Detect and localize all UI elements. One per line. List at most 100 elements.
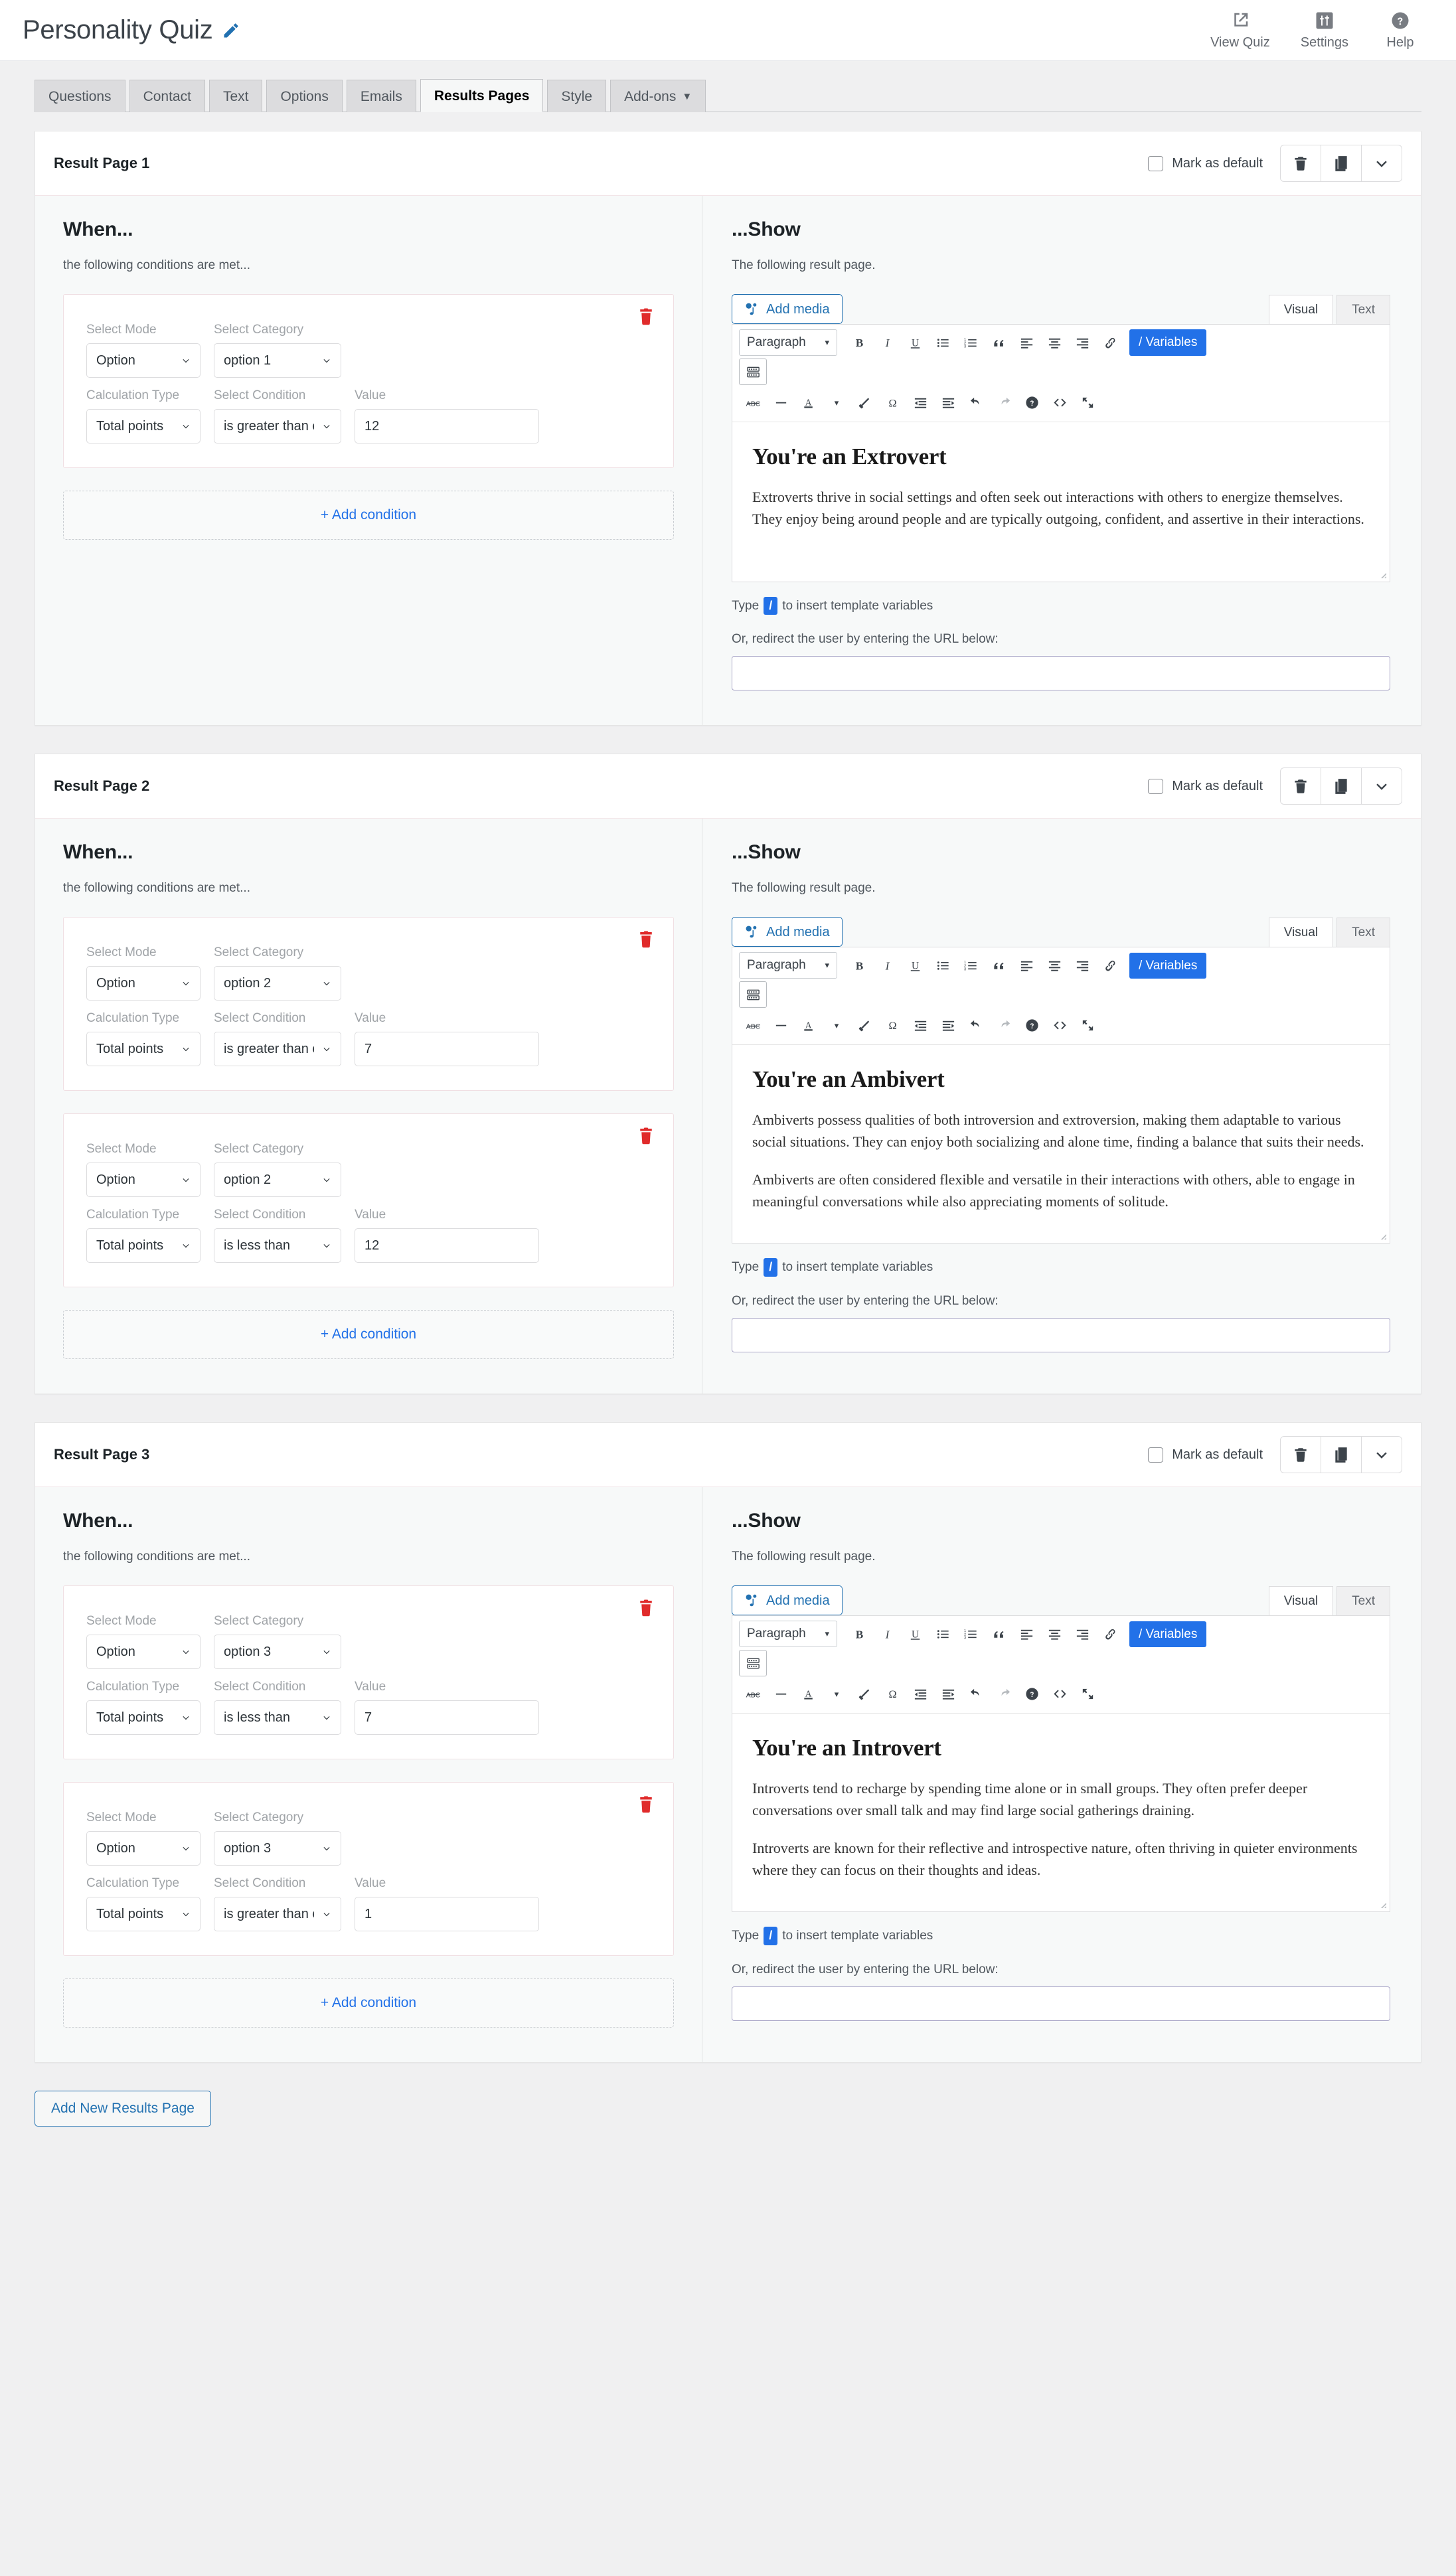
editor-align-right-button[interactable] — [1068, 329, 1096, 356]
paragraph-format-select[interactable]: Paragraph ▾ — [739, 1621, 837, 1648]
editor-horizontal-rule-button[interactable] — [767, 1012, 795, 1038]
duplicate-result-page-button[interactable] — [1321, 1436, 1362, 1474]
insert-variables-button[interactable]: / Variables — [1129, 329, 1207, 357]
editor-blockquote-button[interactable] — [985, 1621, 1012, 1647]
editor-text-color-button[interactable]: A — [795, 1012, 823, 1038]
editor-align-left-button[interactable] — [1012, 329, 1040, 356]
editor-undo-button[interactable] — [962, 1680, 990, 1707]
editor-special-character-button[interactable]: Ω — [878, 1680, 906, 1707]
collapse-result-page-button[interactable] — [1361, 145, 1402, 183]
select-condition-select[interactable]: is greater than or eq — [214, 1897, 341, 1932]
editor-redo-button[interactable] — [990, 389, 1018, 416]
delete-result-page-button[interactable] — [1280, 145, 1321, 183]
editor-fullscreen-button[interactable] — [1074, 1680, 1101, 1707]
select-condition-select[interactable]: is greater than or eq — [214, 1032, 341, 1067]
editor-redo-button[interactable] — [990, 1680, 1018, 1707]
mark-as-default-checkbox[interactable] — [1148, 778, 1164, 794]
calculation-type-select[interactable]: Total points — [86, 1700, 201, 1735]
delete-result-page-button[interactable] — [1280, 767, 1321, 805]
select-condition-select[interactable]: is greater than or eq — [214, 409, 341, 444]
editor-bold-button[interactable]: B — [845, 1621, 873, 1647]
tab-text[interactable]: Text — [1336, 1586, 1390, 1616]
tab-results-pages[interactable]: Results Pages — [420, 79, 544, 113]
editor-numbered-list-button[interactable]: 123 — [957, 1621, 985, 1647]
tab-options[interactable]: Options — [266, 80, 343, 113]
insert-variables-button[interactable]: / Variables — [1129, 1621, 1207, 1648]
editor-bulleted-list-button[interactable] — [929, 952, 957, 979]
tab-emails[interactable]: Emails — [346, 80, 416, 113]
editor-bulleted-list-button[interactable] — [929, 329, 957, 356]
tab-style[interactable]: Style — [547, 80, 607, 113]
insert-variables-button[interactable]: / Variables — [1129, 952, 1207, 979]
paragraph-format-select[interactable]: Paragraph ▾ — [739, 329, 837, 357]
editor-strikethrough-button[interactable]: ABC — [739, 1680, 767, 1707]
editor-align-center-button[interactable] — [1040, 1621, 1068, 1647]
editor-text-color-button[interactable]: A — [795, 389, 823, 416]
mark-as-default-toggle[interactable]: Mark as default — [1148, 1447, 1263, 1463]
editor-italic-button[interactable]: I — [873, 1621, 901, 1647]
duplicate-result-page-button[interactable] — [1321, 767, 1362, 805]
select-category-select[interactable]: option 3 — [214, 1635, 341, 1670]
editor-horizontal-rule-button[interactable] — [767, 389, 795, 416]
editor-content-area[interactable]: You're an Ambivert Ambiverts possess qual… — [732, 1045, 1390, 1244]
pencil-icon[interactable] — [222, 21, 240, 40]
delete-result-page-button[interactable] — [1280, 1436, 1321, 1474]
tab-add-ons[interactable]: Add-ons ▼ — [610, 80, 706, 113]
editor-special-character-button[interactable]: Ω — [878, 1012, 906, 1038]
redirect-url-input[interactable] — [732, 1317, 1390, 1352]
editor-keyboard-help-button[interactable] — [1018, 1680, 1046, 1707]
editor-keyboard-help-button[interactable] — [1018, 1012, 1046, 1038]
calculation-type-select[interactable]: Total points — [86, 1897, 201, 1932]
mark-as-default-toggle[interactable]: Mark as default — [1148, 778, 1263, 794]
editor-text-color-dropdown-button[interactable]: ▾ — [823, 1012, 850, 1038]
tab-visual[interactable]: Visual — [1268, 1586, 1334, 1616]
editor-indent-button[interactable] — [934, 389, 962, 416]
mark-as-default-checkbox[interactable] — [1148, 1447, 1164, 1463]
editor-align-center-button[interactable] — [1040, 329, 1068, 356]
add-media-button[interactable]: Add media — [732, 917, 843, 947]
tab-text[interactable]: Text — [1336, 918, 1390, 947]
mark-as-default-checkbox[interactable] — [1148, 155, 1164, 171]
editor-blockquote-button[interactable] — [985, 329, 1012, 356]
duplicate-result-page-button[interactable] — [1321, 145, 1362, 183]
add-media-button[interactable]: Add media — [732, 1585, 843, 1616]
editor-toolbar-toggle-button[interactable] — [739, 359, 767, 386]
nav-settings[interactable]: Settings — [1301, 11, 1348, 50]
editor-strikethrough-button[interactable]: ABC — [739, 1012, 767, 1038]
editor-indent-button[interactable] — [934, 1012, 962, 1038]
add-condition-button[interactable]: + Add condition — [63, 1310, 674, 1360]
tab-visual[interactable]: Visual — [1268, 295, 1334, 325]
select-mode-select[interactable]: Option — [86, 966, 201, 1001]
editor-italic-button[interactable]: I — [873, 952, 901, 979]
editor-strikethrough-button[interactable]: ABC — [739, 389, 767, 416]
editor-clear-formatting-button[interactable] — [850, 1012, 878, 1038]
add-new-results-page-button[interactable]: Add New Results Page — [35, 2091, 211, 2127]
editor-outdent-button[interactable] — [906, 389, 934, 416]
editor-align-center-button[interactable] — [1040, 952, 1068, 979]
editor-horizontal-rule-button[interactable] — [767, 1680, 795, 1707]
add-condition-button[interactable]: + Add condition — [63, 1978, 674, 2028]
delete-condition-button[interactable] — [636, 307, 656, 327]
select-category-select[interactable]: option 1 — [214, 343, 341, 378]
delete-condition-button[interactable] — [636, 1598, 656, 1618]
editor-indent-button[interactable] — [934, 1680, 962, 1707]
editor-resize-handle[interactable] — [1378, 570, 1387, 579]
value-input[interactable]: 7 — [355, 1700, 539, 1735]
editor-text-color-dropdown-button[interactable]: ▾ — [823, 389, 850, 416]
delete-condition-button[interactable] — [636, 929, 656, 949]
value-input[interactable]: 12 — [355, 409, 539, 444]
editor-bulleted-list-button[interactable] — [929, 1621, 957, 1647]
editor-numbered-list-button[interactable]: 123 — [957, 952, 985, 979]
redirect-url-input[interactable] — [732, 656, 1390, 691]
select-condition-select[interactable]: is less than — [214, 1700, 341, 1735]
calculation-type-select[interactable]: Total points — [86, 409, 201, 444]
editor-resize-handle[interactable] — [1378, 1899, 1387, 1909]
editor-link-button[interactable] — [1096, 329, 1124, 356]
select-category-select[interactable]: option 2 — [214, 966, 341, 1001]
select-mode-select[interactable]: Option — [86, 1163, 201, 1198]
editor-blockquote-button[interactable] — [985, 952, 1012, 979]
editor-undo-button[interactable] — [962, 1012, 990, 1038]
nav-view-quiz[interactable]: View Quiz — [1210, 11, 1270, 50]
tab-contact[interactable]: Contact — [129, 80, 205, 113]
paragraph-format-select[interactable]: Paragraph ▾ — [739, 952, 837, 979]
